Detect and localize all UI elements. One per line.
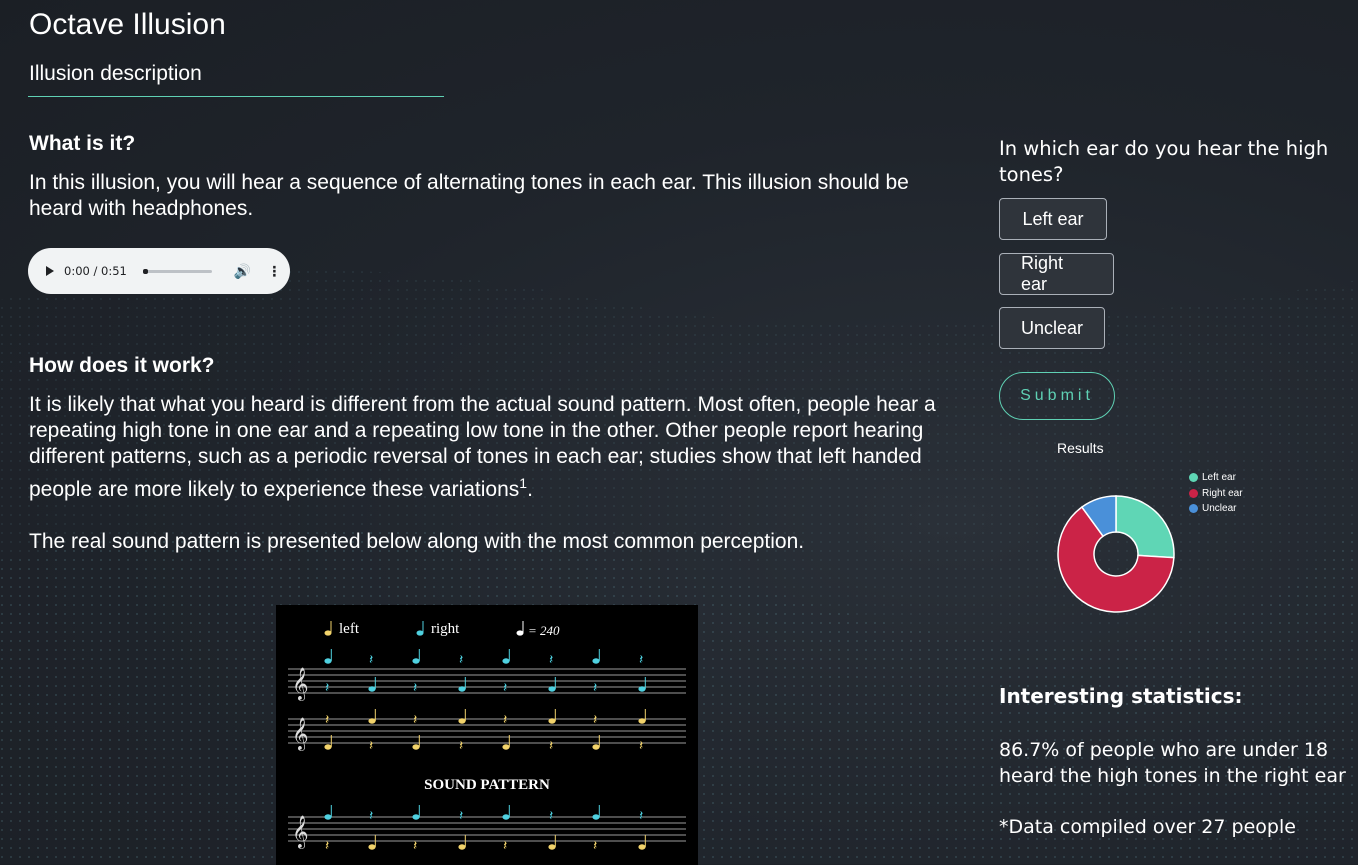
tempo-label: = 240: [528, 623, 560, 638]
svg-text:𝄽: 𝄽: [639, 652, 643, 668]
legend-label: Right ear: [1202, 487, 1243, 499]
svg-text:𝄽: 𝄽: [325, 838, 329, 854]
score-legend-symbols: 𝄞 𝄞 𝄞 𝄽 𝄽 𝄽 𝄽 𝄽 𝄽 𝄽 𝄽 𝄽 𝄽 𝄽 𝄽 𝄽 𝄽 𝄽 𝄽 𝄽 𝄽 𝄽 𝄽 𝄽 𝄽 𝄽 𝄽: [288, 621, 686, 854]
pie-slice-left-ear[interactable]: [1115, 495, 1175, 559]
sound-pattern-caption: SOUND PATTERN: [424, 777, 550, 793]
svg-text:𝄽: 𝄽: [369, 808, 373, 824]
svg-text:𝄽: 𝄽: [503, 680, 507, 696]
svg-text:𝄽: 𝄽: [369, 738, 373, 754]
svg-text:𝄽: 𝄽: [325, 712, 329, 728]
chart-title: Results: [1057, 440, 1104, 456]
legend-item-left-ear[interactable]: Left ear: [1189, 470, 1243, 486]
tab-illusion-description[interactable]: Illusion description: [29, 62, 202, 86]
audio-seek-bar[interactable]: [142, 268, 212, 274]
what-heading: What is it?: [29, 132, 136, 155]
svg-text:𝄞: 𝄞: [292, 815, 309, 849]
svg-text:𝄽: 𝄽: [369, 652, 373, 668]
audio-player[interactable]: 0:00 / 0:51 🔊 ⋮: [28, 248, 290, 294]
stats-title: Interesting statistics:: [999, 684, 1243, 708]
svg-text:𝄽: 𝄽: [639, 808, 643, 824]
footnote-marker[interactable]: 1: [519, 475, 527, 491]
what-text: In this illusion, you will hear a sequen…: [29, 171, 909, 220]
real-pattern-text: The real sound pattern is presented belo…: [29, 530, 805, 553]
how-heading: How does it work?: [29, 354, 215, 377]
tab-underline: [28, 96, 444, 97]
svg-text:𝄽: 𝄽: [593, 680, 597, 696]
legend-swatch: [1189, 473, 1198, 483]
audio-seek-handle[interactable]: [142, 268, 148, 274]
stats-note: *Data compiled over 27 people: [999, 816, 1296, 838]
chart-legend: Left ear Right ear Unclear: [1189, 470, 1243, 517]
results-doughnut-chart: [1057, 495, 1175, 613]
legend-swatch: [1189, 488, 1198, 498]
legend-left-label: left: [339, 621, 359, 637]
play-icon[interactable]: [46, 266, 54, 276]
quiz-question: In which ear do you hear the high tones?: [999, 137, 1329, 186]
legend-item-unclear[interactable]: Unclear: [1189, 501, 1243, 517]
svg-text:𝄽: 𝄽: [413, 838, 417, 854]
legend-swatch: [1189, 504, 1198, 514]
svg-text:𝄽: 𝄽: [413, 680, 417, 696]
submit-button[interactable]: Submit: [999, 372, 1115, 420]
page-title: Octave Illusion: [29, 8, 226, 41]
svg-text:𝄽: 𝄽: [459, 808, 463, 824]
svg-text:𝄞: 𝄞: [292, 667, 309, 701]
svg-text:𝄽: 𝄽: [639, 738, 643, 754]
svg-text:𝄽: 𝄽: [459, 738, 463, 754]
legend-label: Unclear: [1202, 503, 1237, 515]
audio-time: 0:00 / 0:51: [64, 264, 127, 278]
legend-label: Left ear: [1202, 472, 1236, 484]
svg-text:𝄽: 𝄽: [593, 838, 597, 854]
how-text-end: .: [527, 478, 533, 501]
option-unclear-button[interactable]: Unclear: [999, 307, 1105, 349]
how-text: It is likely that what you heard is diff…: [29, 392, 949, 503]
svg-text:𝄞: 𝄞: [292, 717, 309, 751]
stats-body: 86.7% of people who are under 18 heard t…: [999, 739, 1346, 787]
svg-text:𝄽: 𝄽: [549, 738, 553, 754]
legend-item-right-ear[interactable]: Right ear: [1189, 486, 1243, 502]
option-right-ear-button[interactable]: Right ear: [999, 253, 1114, 295]
legend-right-label: right: [431, 621, 460, 637]
svg-text:𝄽: 𝄽: [549, 652, 553, 668]
how-text-body: It is likely that what you heard is diff…: [29, 393, 936, 501]
svg-text:𝄽: 𝄽: [549, 808, 553, 824]
svg-text:𝄽: 𝄽: [503, 838, 507, 854]
svg-text:𝄽: 𝄽: [593, 712, 597, 728]
volume-icon[interactable]: 🔊: [234, 263, 251, 280]
option-left-ear-button[interactable]: Left ear: [999, 198, 1107, 240]
svg-text:𝄽: 𝄽: [325, 680, 329, 696]
sound-pattern-image: 𝄞 𝄞 𝄞 𝄽 𝄽 𝄽 𝄽 𝄽 𝄽 𝄽 𝄽 𝄽 𝄽 𝄽 𝄽 𝄽 𝄽 𝄽 𝄽 𝄽 𝄽 𝄽 𝄽 𝄽 𝄽 𝄽 𝄽 left right =…: [276, 605, 698, 865]
svg-text:𝄽: 𝄽: [459, 652, 463, 668]
more-options-icon[interactable]: ⋮: [267, 263, 281, 280]
svg-text:𝄽: 𝄽: [413, 712, 417, 728]
svg-text:𝄽: 𝄽: [503, 712, 507, 728]
